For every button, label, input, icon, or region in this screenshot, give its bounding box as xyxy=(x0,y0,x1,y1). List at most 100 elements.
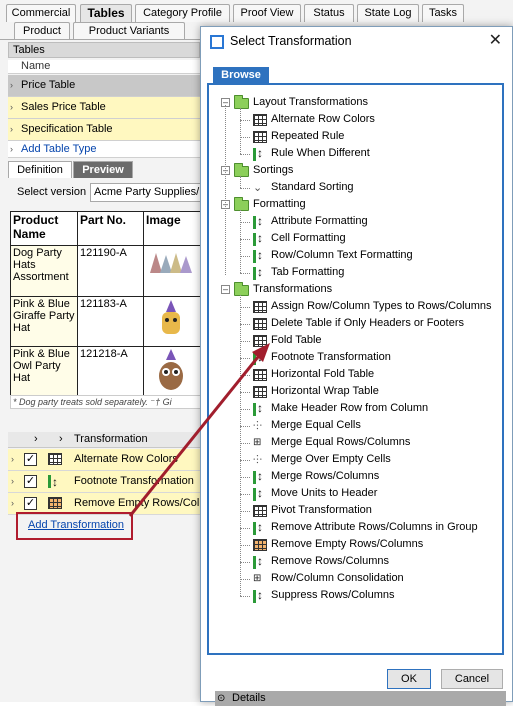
tree-item[interactable]: Fold Table xyxy=(209,332,499,349)
tree-item[interactable]: Cell Formatting xyxy=(209,230,499,247)
tree-item[interactable]: Move Units to Header xyxy=(209,485,499,502)
grid-icon xyxy=(253,335,267,347)
tree-item[interactable]: Remove Attribute Rows/Columns in Group xyxy=(209,519,499,536)
tree-item-label: Tab Formatting xyxy=(271,266,345,278)
tab-product[interactable]: Product xyxy=(14,22,70,40)
enabled-checkbox[interactable]: ✓ xyxy=(24,475,37,488)
tree-folder-label: Transformations xyxy=(253,283,333,295)
table-row-label: Price Table xyxy=(21,79,76,91)
tree-folder-label: Layout Transformations xyxy=(253,96,368,108)
tree-item[interactable]: Alternate Row Colors xyxy=(209,111,499,128)
owl-hat-image xyxy=(159,349,183,390)
row-arrow-icon: › xyxy=(10,80,13,90)
enabled-checkbox[interactable]: ✓ xyxy=(24,453,37,466)
tree-item-label: Delete Table if Only Headers or Footers xyxy=(271,317,464,329)
tree-item-label: Row/Column Text Formatting xyxy=(271,249,413,261)
add-transformation-link[interactable]: Add Transformation xyxy=(28,519,124,531)
tree-item[interactable]: Suppress Rows/Columns xyxy=(209,587,499,604)
bar-icon xyxy=(253,213,265,230)
transformation-column-header: Transformation xyxy=(74,433,148,445)
brush-icon: ⸭ xyxy=(253,420,263,432)
bar-icon xyxy=(253,553,265,570)
divider xyxy=(0,39,215,40)
tab-product-variants[interactable]: Product Variants xyxy=(73,22,185,40)
tree-item[interactable]: ⸭ Merge Over Empty Cells xyxy=(209,451,499,468)
version-select[interactable]: Acme Party Supplies/E xyxy=(90,183,208,202)
tab-tasks[interactable]: Tasks xyxy=(422,4,464,22)
tree-connector xyxy=(240,494,250,495)
table-row: Dog Party Hats Assortment 121190-A xyxy=(10,245,202,297)
bar-icon xyxy=(253,587,265,604)
tree-item[interactable]: Repeated Rule xyxy=(209,128,499,145)
chevron-right-icon[interactable]: › xyxy=(11,449,14,470)
tree-item[interactable]: Footnote Transformation xyxy=(209,349,499,366)
ok-button[interactable]: OK xyxy=(387,669,431,689)
chevron-right-icon: › xyxy=(59,433,63,445)
tree-item[interactable]: Remove Rows/Columns xyxy=(209,553,499,570)
tree-item[interactable]: Rule When Different xyxy=(209,145,499,162)
tree-folder[interactable]: – Formatting xyxy=(209,196,499,213)
tree-connector xyxy=(240,120,250,121)
tree-connector xyxy=(240,307,250,308)
tab-category-profile[interactable]: Category Profile xyxy=(135,4,230,22)
tree-connector xyxy=(240,392,250,393)
tree-folder-label: Sortings xyxy=(253,164,294,176)
tree-item[interactable]: ⌄ Standard Sorting xyxy=(209,179,499,196)
tree-item[interactable]: ⸭ Merge Equal Cells xyxy=(209,417,499,434)
tree-item[interactable]: Attribute Formatting xyxy=(209,213,499,230)
bar-icon xyxy=(253,485,265,502)
tree-item[interactable]: Pivot Transformation xyxy=(209,502,499,519)
add-table-type-link[interactable]: Add Table Type xyxy=(21,143,96,155)
tree-item[interactable]: Horizontal Fold Table xyxy=(209,366,499,383)
tree-item[interactable]: Horizontal Wrap Table xyxy=(209,383,499,400)
details-label: Details xyxy=(232,692,266,704)
tab-proof-view[interactable]: Proof View xyxy=(233,4,301,22)
tab-definition[interactable]: Definition xyxy=(8,161,72,178)
column-header: Image xyxy=(143,211,202,246)
tree-item[interactable]: ⊞ Row/Column Consolidation xyxy=(209,570,499,587)
table-row-price[interactable]: › Price Table xyxy=(8,75,200,97)
folder-icon xyxy=(234,282,249,296)
details-section[interactable]: ⊙ Details xyxy=(215,691,506,706)
transformation-row[interactable]: › ✓ Alternate Row Colors xyxy=(8,449,200,471)
tree-item[interactable]: Assign Row/Column Types to Rows/Columns xyxy=(209,298,499,315)
tree-item[interactable]: Remove Empty Rows/Columns xyxy=(209,536,499,553)
collapse-icon[interactable]: – xyxy=(221,285,230,294)
table-row-sales-price[interactable]: › Sales Price Table xyxy=(8,97,200,119)
tab-state-log[interactable]: State Log xyxy=(357,4,419,22)
tree-connector xyxy=(240,239,250,240)
tree-folder[interactable]: – Sortings xyxy=(209,162,499,179)
folder-icon xyxy=(234,95,249,109)
close-icon[interactable]: ✕ xyxy=(489,31,502,51)
chevron-right-icon[interactable]: › xyxy=(11,493,14,514)
tree-item[interactable]: Merge Rows/Columns xyxy=(209,468,499,485)
cancel-button[interactable]: Cancel xyxy=(441,669,503,689)
tab-browse[interactable]: Browse xyxy=(213,67,269,84)
tree-folder-label: Formatting xyxy=(253,198,306,210)
tree-item-label: Cell Formatting xyxy=(271,232,346,244)
part-number-cell: 121218-A xyxy=(77,346,144,397)
tree-folder[interactable]: – Transformations xyxy=(209,281,499,298)
tab-preview[interactable]: Preview xyxy=(73,161,133,178)
tab-tables[interactable]: Tables xyxy=(80,4,132,22)
tree-item[interactable]: Delete Table if Only Headers or Footers xyxy=(209,315,499,332)
tree-item[interactable]: Make Header Row from Column xyxy=(209,400,499,417)
chevron-right-icon[interactable]: › xyxy=(11,471,14,492)
transformation-row[interactable]: › ✓ Footnote Transformation xyxy=(8,471,200,493)
bar-icon xyxy=(253,349,265,366)
product-name-cell: Pink & Blue Owl Party Hat xyxy=(10,346,78,397)
enabled-checkbox[interactable]: ✓ xyxy=(24,497,37,510)
tab-commercial[interactable]: Commercial xyxy=(6,4,76,22)
table-row-specification[interactable]: › Specification Table xyxy=(8,119,200,141)
tree-item[interactable]: Tab Formatting xyxy=(209,264,499,281)
bar-icon xyxy=(48,472,60,493)
tree-connector xyxy=(240,409,250,410)
table-row-label: Specification Table xyxy=(21,123,113,135)
grid-orange-icon xyxy=(48,497,62,509)
tree-connector xyxy=(240,443,250,444)
tab-status[interactable]: Status xyxy=(304,4,354,22)
tree-item[interactable]: ⊞ Merge Equal Rows/Columns xyxy=(209,434,499,451)
tree-item[interactable]: Row/Column Text Formatting xyxy=(209,247,499,264)
tree-folder[interactable]: – Layout Transformations xyxy=(209,94,499,111)
tree-connector xyxy=(240,188,250,189)
